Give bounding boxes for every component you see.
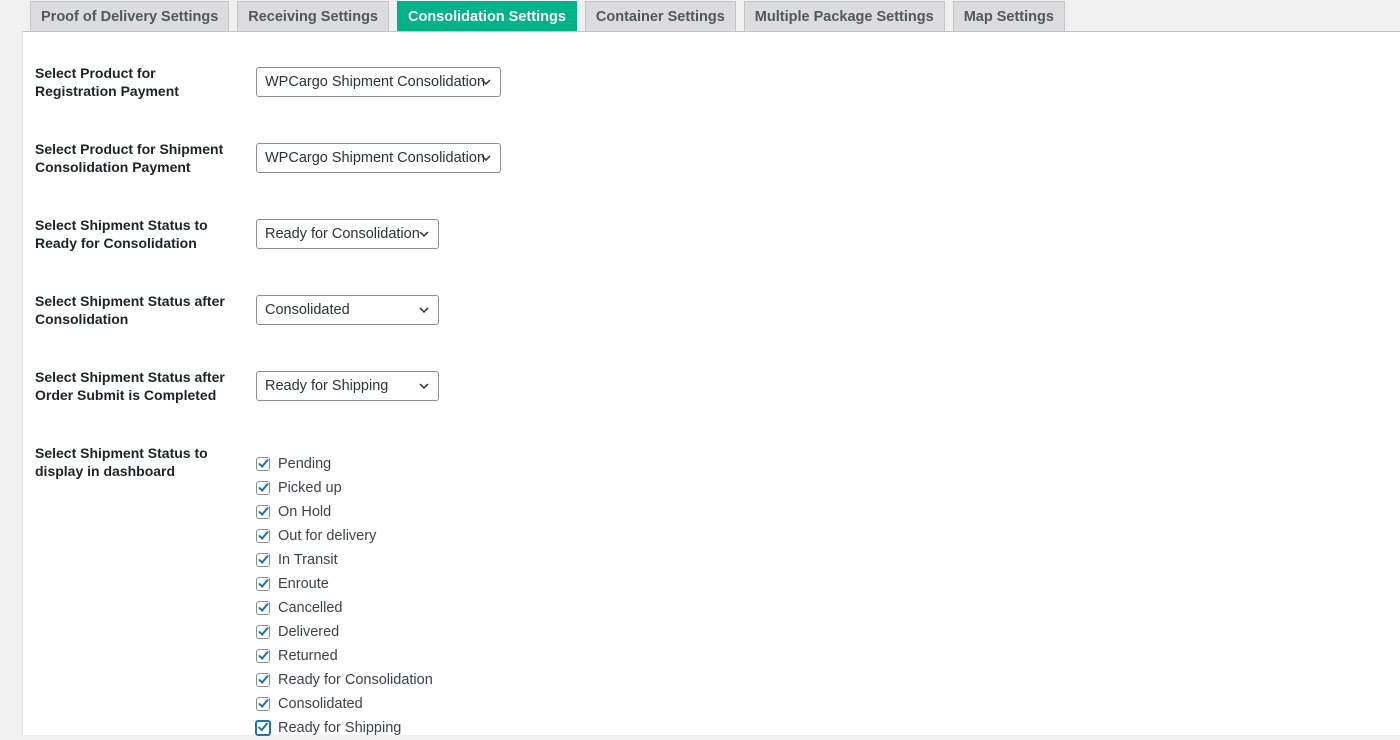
checkbox[interactable]	[256, 577, 270, 591]
checkbox[interactable]	[256, 457, 270, 471]
tab-consolidation-settings[interactable]: Consolidation Settings	[397, 1, 577, 31]
checkbox-label: On Hold	[278, 504, 332, 520]
registration-product-value: WPCargo Shipment Consolidation	[265, 74, 486, 90]
checkbox-item[interactable]: Consolidated	[256, 692, 433, 716]
tab-multiple-package-settings[interactable]: Multiple Package Settings	[743, 1, 945, 31]
checkbox[interactable]	[256, 673, 270, 687]
chevron-down-icon	[481, 155, 491, 162]
checkbox-label: Ready for Consolidation	[278, 672, 433, 688]
checkbox[interactable]	[256, 553, 270, 567]
chevron-down-icon	[419, 307, 429, 314]
checkbox-item[interactable]: On Hold	[256, 500, 433, 524]
checkmark-icon	[257, 722, 269, 732]
checkbox-item[interactable]: Out for delivery	[256, 524, 433, 548]
dashboard-status-label: Select Shipment Status to display in das…	[35, 445, 208, 479]
checkbox[interactable]	[256, 481, 270, 495]
checkbox-item[interactable]: In Transit	[256, 548, 433, 572]
checkmark-icon	[258, 650, 269, 660]
settings-tabs: Proof of Delivery Settings Receiving Set…	[30, 0, 1073, 31]
ready-status-label: Select Shipment Status to Ready for Cons…	[35, 217, 208, 251]
checkbox-label: Enroute	[278, 576, 329, 592]
checkbox-label: Picked up	[278, 480, 342, 496]
after-consolidation-status-select[interactable]: Consolidated	[256, 295, 439, 325]
registration-product-select[interactable]: WPCargo Shipment Consolidation	[256, 67, 501, 97]
ready-status-select[interactable]: Ready for Consolidation	[256, 219, 439, 249]
checkbox-label: In Transit	[278, 552, 338, 568]
checkmark-icon	[258, 458, 269, 468]
after-consolidation-status-value: Consolidated	[265, 302, 350, 318]
checkbox-label: Cancelled	[278, 600, 343, 616]
tab-proof-of-delivery-settings[interactable]: Proof of Delivery Settings	[30, 1, 230, 31]
after-order-status-value: Ready for Shipping	[265, 378, 389, 394]
checkmark-icon	[258, 698, 269, 708]
checkbox-item[interactable]: Pending	[256, 452, 433, 476]
checkbox[interactable]	[256, 601, 270, 615]
tab-map-settings[interactable]: Map Settings	[952, 1, 1065, 31]
chevron-down-icon	[419, 231, 429, 238]
checkbox[interactable]	[256, 505, 270, 519]
ready-status-value: Ready for Consolidation	[265, 226, 420, 242]
chevron-down-icon	[481, 79, 491, 86]
checkbox-item[interactable]: Cancelled	[256, 596, 433, 620]
checkbox-item[interactable]: Ready for Consolidation	[256, 668, 433, 692]
after-order-status-select[interactable]: Ready for Shipping	[256, 371, 439, 401]
consolidation-product-value: WPCargo Shipment Consolidation	[265, 150, 486, 166]
checkbox-label: Ready for Shipping	[278, 720, 402, 736]
checkmark-icon	[258, 602, 269, 612]
checkbox[interactable]	[256, 529, 270, 543]
registration-product-label: Select Product for Registration Payment	[35, 65, 179, 99]
checkmark-icon	[258, 554, 269, 564]
after-order-status-label: Select Shipment Status after Order Submi…	[35, 369, 225, 403]
checkbox-label: Returned	[278, 648, 338, 664]
checkbox-item[interactable]: Enroute	[256, 572, 433, 596]
tab-container-settings[interactable]: Container Settings	[584, 1, 736, 31]
checkmark-icon	[258, 530, 269, 540]
checkbox[interactable]	[256, 649, 270, 663]
checkbox-item[interactable]: Delivered	[256, 620, 433, 644]
checkmark-icon	[258, 674, 269, 684]
checkbox-item[interactable]: Ready for Shipping	[255, 716, 433, 740]
checkmark-icon	[258, 482, 269, 492]
checkmark-icon	[258, 506, 269, 516]
checkbox-label: Pending	[278, 456, 332, 472]
checkbox-label: Consolidated	[278, 696, 363, 712]
settings-panel: Select Product for Registration Payment …	[22, 31, 1400, 736]
consolidation-product-label: Select Product for Shipment Consolidatio…	[35, 141, 224, 175]
checkbox-label: Delivered	[278, 624, 340, 640]
checkbox[interactable]	[256, 697, 270, 711]
checkbox-item[interactable]: Returned	[256, 644, 433, 668]
dashboard-status-checklist: Pending Picked up On Hold Out for delive…	[255, 452, 433, 740]
checkmark-icon	[258, 626, 269, 636]
checkmark-icon	[258, 578, 269, 588]
tab-receiving-settings[interactable]: Receiving Settings	[237, 1, 389, 31]
checkbox[interactable]	[255, 720, 271, 736]
chevron-down-icon	[419, 383, 429, 390]
checkbox-item[interactable]: Picked up	[256, 476, 433, 500]
consolidation-product-select[interactable]: WPCargo Shipment Consolidation	[256, 143, 501, 173]
after-consolidation-status-label: Select Shipment Status after Consolidati…	[35, 293, 225, 327]
checkbox-label: Out for delivery	[278, 528, 377, 544]
checkbox[interactable]	[256, 625, 270, 639]
